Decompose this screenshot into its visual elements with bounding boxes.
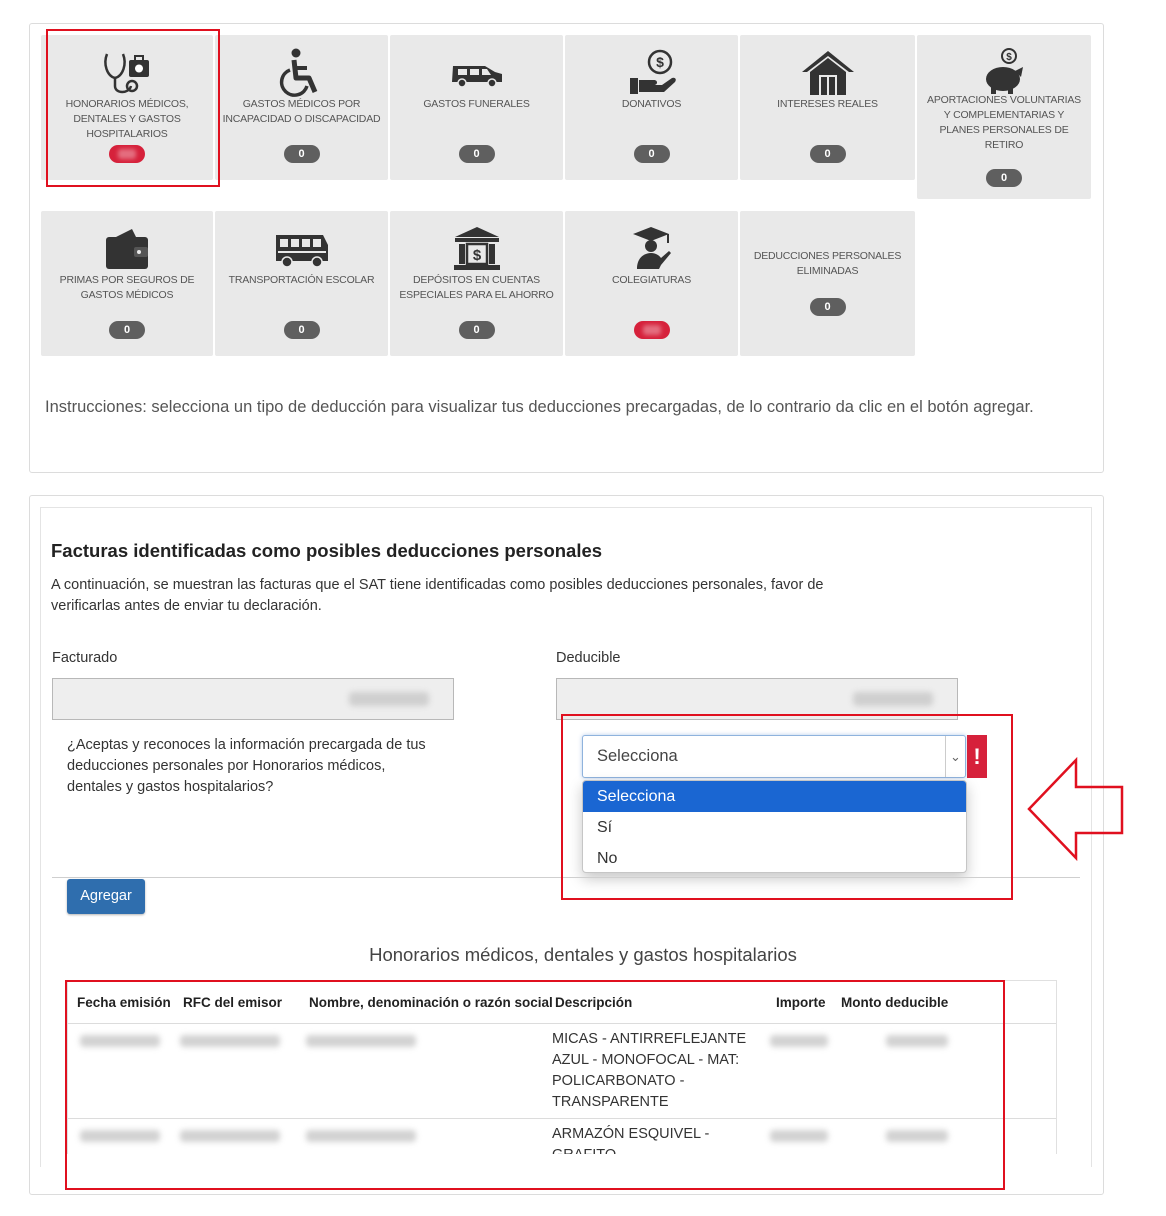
svg-text:$: $ xyxy=(656,54,664,70)
tile-colegiaturas[interactable]: Colegiaturas xyxy=(565,211,738,356)
tile-label: Donativos xyxy=(621,98,682,110)
tile-transportacion-escolar[interactable]: Transportación escolar 0 xyxy=(215,211,388,356)
count-badge: 0 xyxy=(109,321,145,339)
tile-label: Primas por seguros de gastos médicos xyxy=(59,274,195,301)
tile-incapacidad[interactable]: Gastos médicos por incapacidad o discapa… xyxy=(215,35,388,180)
tile-label: Gastos funerales xyxy=(423,98,530,110)
add-button[interactable]: Agregar xyxy=(67,879,145,914)
svg-text:$: $ xyxy=(472,247,481,264)
piggy-bank-icon: $ xyxy=(917,45,1091,97)
section-description: A continuación, se muestran las facturas… xyxy=(51,577,824,614)
tile-donativos[interactable]: $ Donativos 0 xyxy=(565,35,738,180)
tile-deducciones-eliminadas[interactable]: Deducciones personales eliminadas 0 xyxy=(740,211,915,356)
school-bus-icon xyxy=(215,223,388,275)
count-badge: 0 xyxy=(458,145,495,163)
wheelchair-icon xyxy=(215,47,388,99)
graduation-icon xyxy=(565,223,738,275)
tile-label: Gastos médicos por incapacidad o discapa… xyxy=(222,98,381,125)
tile-gastos-funerales[interactable]: Gastos funerales 0 xyxy=(390,35,563,180)
tile-depositos-ahorro[interactable]: $ Depósitos en cuentas especiales para e… xyxy=(390,211,563,356)
section-title: Facturas identificadas como posibles ded… xyxy=(51,540,603,561)
billed-field xyxy=(52,678,454,720)
count-badge: 0 xyxy=(986,169,1022,187)
count-badge: 0 xyxy=(458,321,495,339)
tile-label: Deducciones personales eliminadas xyxy=(753,250,902,277)
table-title: Honorarios médicos, dentales y gastos ho… xyxy=(369,944,797,965)
billed-label: Facturado xyxy=(52,650,118,666)
acceptance-question: ¿Aceptas y reconoces la información prec… xyxy=(67,737,426,795)
highlight-box xyxy=(561,714,1013,900)
deductible-label: Deducible xyxy=(556,650,621,666)
tile-label: Intereses reales xyxy=(777,98,878,110)
count-badge: 0 xyxy=(283,145,320,163)
count-badge: 0 xyxy=(633,145,670,163)
count-badge: 0 xyxy=(809,298,846,316)
wallet-icon xyxy=(41,223,213,275)
tile-label: Colegiaturas xyxy=(611,274,692,286)
instructions-text: Instrucciones: selecciona un tipo de ded… xyxy=(45,398,1034,416)
count-badge: 0 xyxy=(809,145,846,163)
bank-icon: $ xyxy=(390,223,563,275)
tile-label: Transportación escolar xyxy=(228,274,375,286)
donation-icon: $ xyxy=(565,47,738,99)
tile-aportaciones-voluntarias[interactable]: $ Aportaciones voluntarias y complementa… xyxy=(917,35,1091,199)
arrow-left-icon xyxy=(1027,757,1124,861)
count-badge: 0 xyxy=(283,321,320,339)
tile-intereses-reales[interactable]: Intereses reales 0 xyxy=(740,35,915,180)
highlight-box xyxy=(65,980,1005,1190)
highlight-box xyxy=(46,29,220,187)
svg-text:$: $ xyxy=(1006,52,1012,63)
tile-label: Aportaciones voluntarias y complementari… xyxy=(927,94,1081,151)
hearse-icon xyxy=(390,47,563,99)
house-icon xyxy=(740,47,915,99)
count-badge xyxy=(633,321,670,339)
tile-primas-seguros[interactable]: Primas por seguros de gastos médicos 0 xyxy=(41,211,213,356)
tile-label: Depósitos en cuentas especiales para el … xyxy=(399,274,554,301)
